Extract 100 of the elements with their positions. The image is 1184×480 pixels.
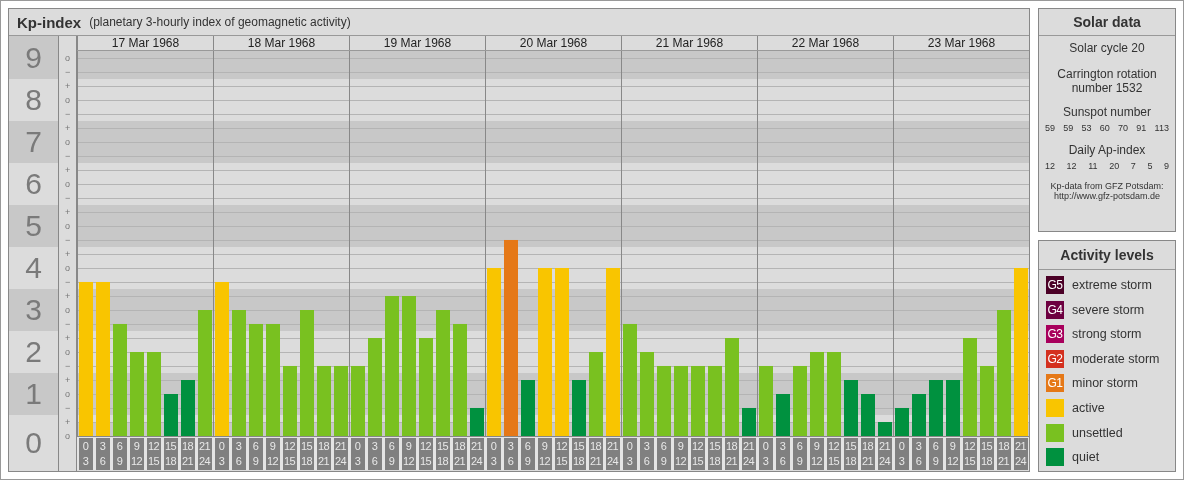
time-range-label: 0 3 xyxy=(78,438,93,470)
scale-mark: o xyxy=(64,304,72,317)
scale-mark: − xyxy=(64,402,72,415)
ap-index-value: 5 xyxy=(1147,161,1153,171)
kp-level-label: 3 xyxy=(25,293,42,327)
time-range-label: 6 9 xyxy=(792,438,807,470)
time-range-label: 15 18 xyxy=(435,438,450,470)
time-range-label: 0 3 xyxy=(894,438,909,470)
storm-level-badge: G3 xyxy=(1046,325,1064,344)
time-range-label: 9 12 xyxy=(129,438,144,470)
time-range-label: 12 15 xyxy=(554,438,569,470)
time-range-label: 15 18 xyxy=(571,438,586,470)
day-label: 22 Mar 1968 xyxy=(757,36,893,50)
time-range-label: 15 18 xyxy=(707,438,722,470)
sunspot-value: 59 xyxy=(1063,123,1074,133)
kp-level-label: 9 xyxy=(25,40,42,75)
time-range-label: 18 21 xyxy=(316,438,331,470)
time-range-label: 21 24 xyxy=(741,438,756,470)
storm-level-badge: G1 xyxy=(1046,374,1064,393)
scale-mark: + xyxy=(64,206,72,219)
day-label: 21 Mar 1968 xyxy=(621,36,757,50)
credit-link[interactable]: http://www.gfz-potsdam.de xyxy=(1053,191,1161,201)
time-range-label: 18 21 xyxy=(452,438,467,470)
scale-mark: o xyxy=(64,346,72,359)
time-range-label: 0 3 xyxy=(622,438,637,470)
scale-mark: + xyxy=(64,248,72,261)
time-range-label: 6 9 xyxy=(520,438,535,470)
scale-mark: + xyxy=(64,290,72,303)
ap-index-value: 9 xyxy=(1164,161,1169,171)
storm-level-badge: G5 xyxy=(1046,276,1064,294)
time-range-label: 3 6 xyxy=(775,438,790,470)
sunspot-value: 60 xyxy=(1099,123,1110,133)
time-range-label: 3 6 xyxy=(503,438,518,470)
time-range-label: 3 6 xyxy=(911,438,926,470)
time-range-label: 18 21 xyxy=(724,438,739,470)
time-range-label: 15 18 xyxy=(163,438,178,470)
chart-subtitle: (planetary 3-hourly index of geomagnetic activity) xyxy=(89,15,351,29)
time-range-label: 3 6 xyxy=(95,438,110,470)
time-range-label: 0 3 xyxy=(350,438,365,470)
legend-label: unsettled xyxy=(1072,425,1123,440)
scale-mark: o xyxy=(64,430,72,443)
day-label: 17 Mar 1968 xyxy=(77,36,213,50)
time-range-label: 12 15 xyxy=(962,438,977,470)
time-range-label: 9 12 xyxy=(401,438,416,470)
time-range-label: 3 6 xyxy=(639,438,654,470)
ap-index-value: 12 xyxy=(1066,161,1077,171)
scale-mark: + xyxy=(64,374,72,387)
ap-index-value: 7 xyxy=(1130,161,1136,171)
time-range-label: 6 9 xyxy=(928,438,943,470)
legend-label: quiet xyxy=(1072,450,1100,465)
data-credit: Kp-data from GFZ Potsdam: xyxy=(1050,181,1164,191)
time-range-label: 0 3 xyxy=(214,438,229,470)
time-range-label: 21 24 xyxy=(333,438,348,470)
time-range-label: 21 24 xyxy=(605,438,620,470)
time-range-label: 6 9 xyxy=(112,438,127,470)
kp-level-label: 5 xyxy=(25,209,42,243)
chart-title: Kp-index xyxy=(17,13,82,31)
ap-index-label: Daily Ap-index xyxy=(1068,143,1146,157)
scale-mark: − xyxy=(64,192,72,205)
scale-mark: − xyxy=(64,108,72,121)
time-range-label: 21 24 xyxy=(1013,438,1028,470)
time-range-label: 12 15 xyxy=(690,438,705,470)
time-range-label: 0 3 xyxy=(758,438,773,470)
sunspot-value: 53 xyxy=(1081,123,1092,133)
storm-level-badge: G4 xyxy=(1046,300,1064,319)
legend-label: severe storm xyxy=(1072,302,1145,317)
scale-mark: + xyxy=(64,122,72,135)
legend-label: minor storm xyxy=(1072,376,1138,391)
scale-mark: o xyxy=(64,136,72,149)
sunspot-label: Sunspot number xyxy=(1062,105,1152,119)
time-range-label: 12 15 xyxy=(418,438,433,470)
scale-mark: o xyxy=(64,94,72,107)
sunspot-value: 70 xyxy=(1118,123,1129,133)
scale-mark: + xyxy=(64,332,72,345)
panel-title: Solar data xyxy=(1039,9,1175,36)
time-range-label: 0 3 xyxy=(486,438,501,470)
scale-mark: + xyxy=(64,416,72,429)
ap-index-value: 12 xyxy=(1045,161,1055,171)
time-range-label: 9 12 xyxy=(537,438,552,470)
scale-mark: o xyxy=(64,52,72,65)
legend-label: active xyxy=(1072,400,1105,415)
scale-mark: − xyxy=(64,66,72,79)
legend-label: moderate storm xyxy=(1072,351,1160,366)
time-range-label: 3 6 xyxy=(231,438,246,470)
kp-level-label: 7 xyxy=(25,125,42,159)
sunspot-value: 91 xyxy=(1136,123,1147,133)
ap-index-value: 20 xyxy=(1109,161,1120,171)
day-label: 20 Mar 1968 xyxy=(485,36,621,50)
ap-index-value: 11 xyxy=(1088,161,1098,171)
kp-level-label: 0 xyxy=(25,426,42,460)
time-range-label: 9 12 xyxy=(265,438,280,470)
scale-mark: + xyxy=(64,164,72,177)
time-range-label: 18 21 xyxy=(180,438,195,470)
time-range-label: 18 21 xyxy=(588,438,603,470)
time-range-label: 3 6 xyxy=(367,438,382,470)
scale-mark: − xyxy=(64,150,72,163)
sunspot-value: 113 xyxy=(1154,123,1169,133)
kp-level-label: 1 xyxy=(25,377,42,411)
time-range-label: 21 24 xyxy=(197,438,212,470)
time-range-label: 18 21 xyxy=(996,438,1011,470)
